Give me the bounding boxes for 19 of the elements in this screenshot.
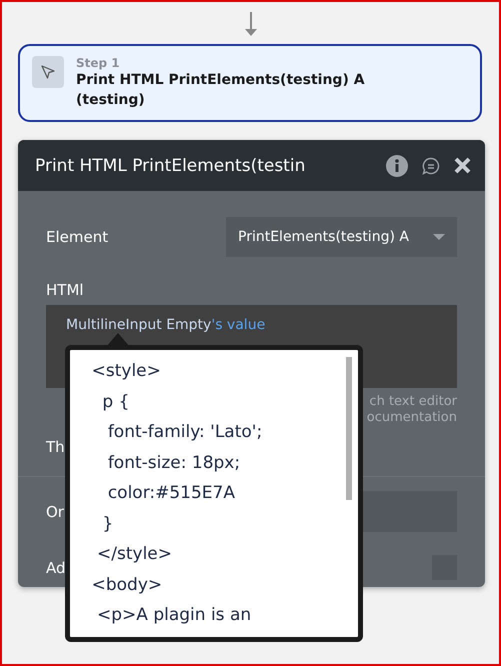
hint-text: ocumentation	[366, 410, 457, 426]
code-line: color:#515E7A	[106, 482, 236, 505]
field-label: Element	[46, 228, 108, 246]
code-line: p {	[101, 390, 130, 414]
code-line: <p>A plagin is an	[96, 604, 252, 627]
panel-title: Print HTML PrintElements(testin	[35, 156, 306, 176]
code-line: <body>	[90, 574, 164, 596]
step-title: Print HTML PrintElements(testing) A (testing)	[76, 71, 366, 110]
field-label: HTMl	[46, 281, 84, 299]
code-line: font-size: 18px;	[106, 452, 242, 474]
code-line: </style>	[96, 543, 173, 566]
hint-text: ch text editor	[369, 394, 457, 410]
step-label: Step 1	[76, 56, 121, 70]
field-label: Ad	[46, 558, 66, 576]
code-line: <style>	[90, 360, 162, 383]
code-line: }	[101, 512, 114, 536]
field-label: Or	[46, 502, 64, 520]
field-label: Th	[46, 438, 65, 456]
code-line: font-family: 'Lato';	[106, 421, 264, 444]
